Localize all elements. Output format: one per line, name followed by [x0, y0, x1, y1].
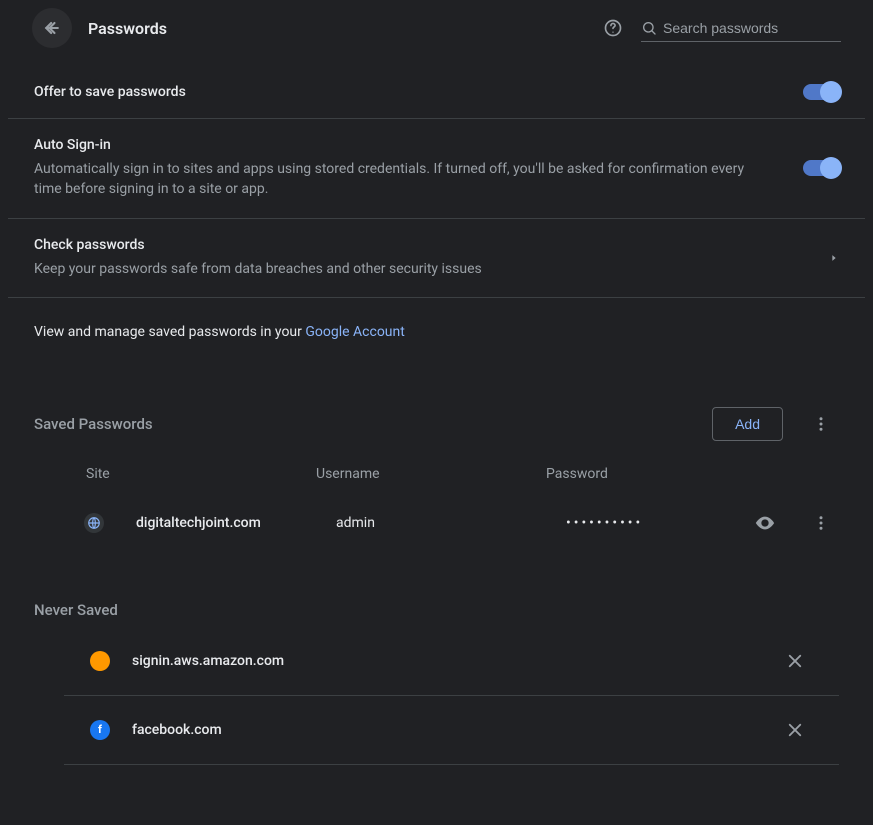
site-favicon-aws: [90, 651, 110, 671]
manage-prefix: View and manage saved passwords in your: [34, 324, 305, 340]
remove-never-button[interactable]: [777, 712, 813, 748]
never-saved-heading: Never Saved: [8, 553, 865, 627]
check-passwords-row[interactable]: Check passwords Keep your passwords safe…: [8, 219, 865, 298]
chevron-right-icon: [829, 250, 839, 266]
auto-signin-subtitle: Automatically sign in to sites and apps …: [34, 159, 773, 200]
col-password: Password: [546, 466, 726, 482]
row-more-button[interactable]: [803, 505, 839, 541]
close-icon: [786, 721, 804, 739]
help-icon: [603, 18, 623, 38]
more-vert-icon: [812, 415, 830, 433]
auto-signin-title: Auto Sign-in: [34, 137, 773, 153]
saved-passwords-heading: Saved Passwords: [34, 415, 712, 433]
add-button[interactable]: Add: [712, 407, 783, 441]
row-site[interactable]: digitaltechjoint.com: [136, 515, 336, 531]
close-icon: [786, 652, 804, 670]
saved-more-button[interactable]: [803, 406, 839, 442]
never-saved-row: signin.aws.amazon.com: [64, 627, 839, 696]
offer-save-title: Offer to save passwords: [34, 84, 773, 100]
offer-save-row: Offer to save passwords: [8, 66, 865, 119]
eye-icon: [754, 512, 776, 534]
site-favicon: [84, 513, 104, 533]
page-title: Passwords: [88, 19, 167, 38]
row-password: ••••••••••: [566, 515, 746, 531]
site-favicon-fb: f: [90, 720, 110, 740]
saved-table-header: Site Username Password: [8, 454, 865, 492]
search-icon: [641, 19, 657, 37]
check-passwords-subtitle: Keep your passwords safe from data breac…: [34, 259, 799, 279]
saved-passwords-header: Saved Passwords Add: [8, 366, 865, 454]
search-field[interactable]: [641, 15, 841, 42]
google-account-link[interactable]: Google Account: [305, 324, 404, 340]
saved-password-row: digitaltechjoint.com admin ••••••••••: [8, 492, 865, 553]
col-site: Site: [86, 466, 316, 482]
manage-passwords-row: View and manage saved passwords in your …: [8, 298, 865, 366]
more-vert-icon: [812, 514, 830, 532]
auto-signin-row: Auto Sign-in Automatically sign in to si…: [8, 119, 865, 219]
never-saved-row: f facebook.com: [64, 696, 839, 765]
search-input[interactable]: [663, 20, 841, 36]
header: Passwords: [8, 0, 865, 66]
check-passwords-title: Check passwords: [34, 237, 799, 253]
back-button[interactable]: [32, 8, 72, 48]
help-button[interactable]: [595, 10, 631, 46]
remove-never-button[interactable]: [777, 643, 813, 679]
auto-signin-toggle[interactable]: [803, 160, 839, 176]
col-username: Username: [316, 466, 546, 482]
never-site: facebook.com: [132, 722, 777, 738]
show-password-button[interactable]: [747, 505, 783, 541]
never-site: signin.aws.amazon.com: [132, 653, 777, 669]
offer-save-toggle[interactable]: [803, 84, 839, 100]
row-username: admin: [336, 515, 566, 531]
